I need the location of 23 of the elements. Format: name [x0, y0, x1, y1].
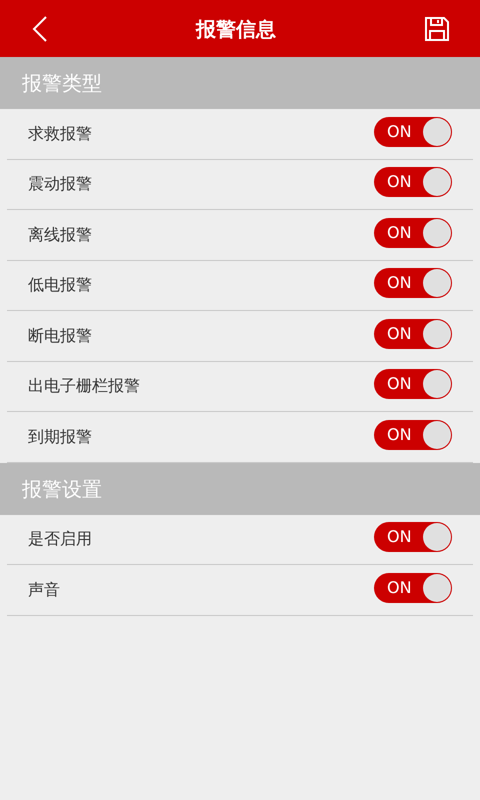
back-icon[interactable]: [30, 14, 48, 42]
save-icon[interactable]: [424, 16, 450, 42]
setting-label: 声音: [28, 578, 60, 601]
toggle-switch[interactable]: ON: [374, 116, 452, 147]
setting-label: 是否启用: [28, 528, 92, 550]
setting-label: 出电子栅栏报警: [28, 375, 140, 398]
toggle-switch[interactable]: ON: [374, 268, 452, 298]
toggle-switch[interactable]: ON: [374, 167, 452, 198]
setting-label: 离线报警: [28, 224, 92, 246]
setting-label: 低电报警: [28, 274, 92, 296]
toggle-switch[interactable]: ON: [374, 522, 452, 552]
toggle-switch[interactable]: ON: [374, 218, 452, 248]
section-title: 报警类型: [22, 70, 102, 97]
toggle-switch[interactable]: ON: [374, 572, 452, 603]
section-title: 报警设置: [22, 476, 102, 502]
page-title: 报警信息: [196, 16, 276, 42]
toggle-switch[interactable]: ON: [374, 318, 452, 349]
toggle-switch[interactable]: ON: [374, 369, 452, 400]
setting-label: 求救报警: [28, 122, 92, 145]
setting-label: 到期报警: [28, 426, 92, 448]
setting-label: 震动报警: [28, 173, 92, 196]
toggle-switch[interactable]: ON: [374, 420, 452, 450]
setting-label: 断电报警: [28, 324, 92, 347]
